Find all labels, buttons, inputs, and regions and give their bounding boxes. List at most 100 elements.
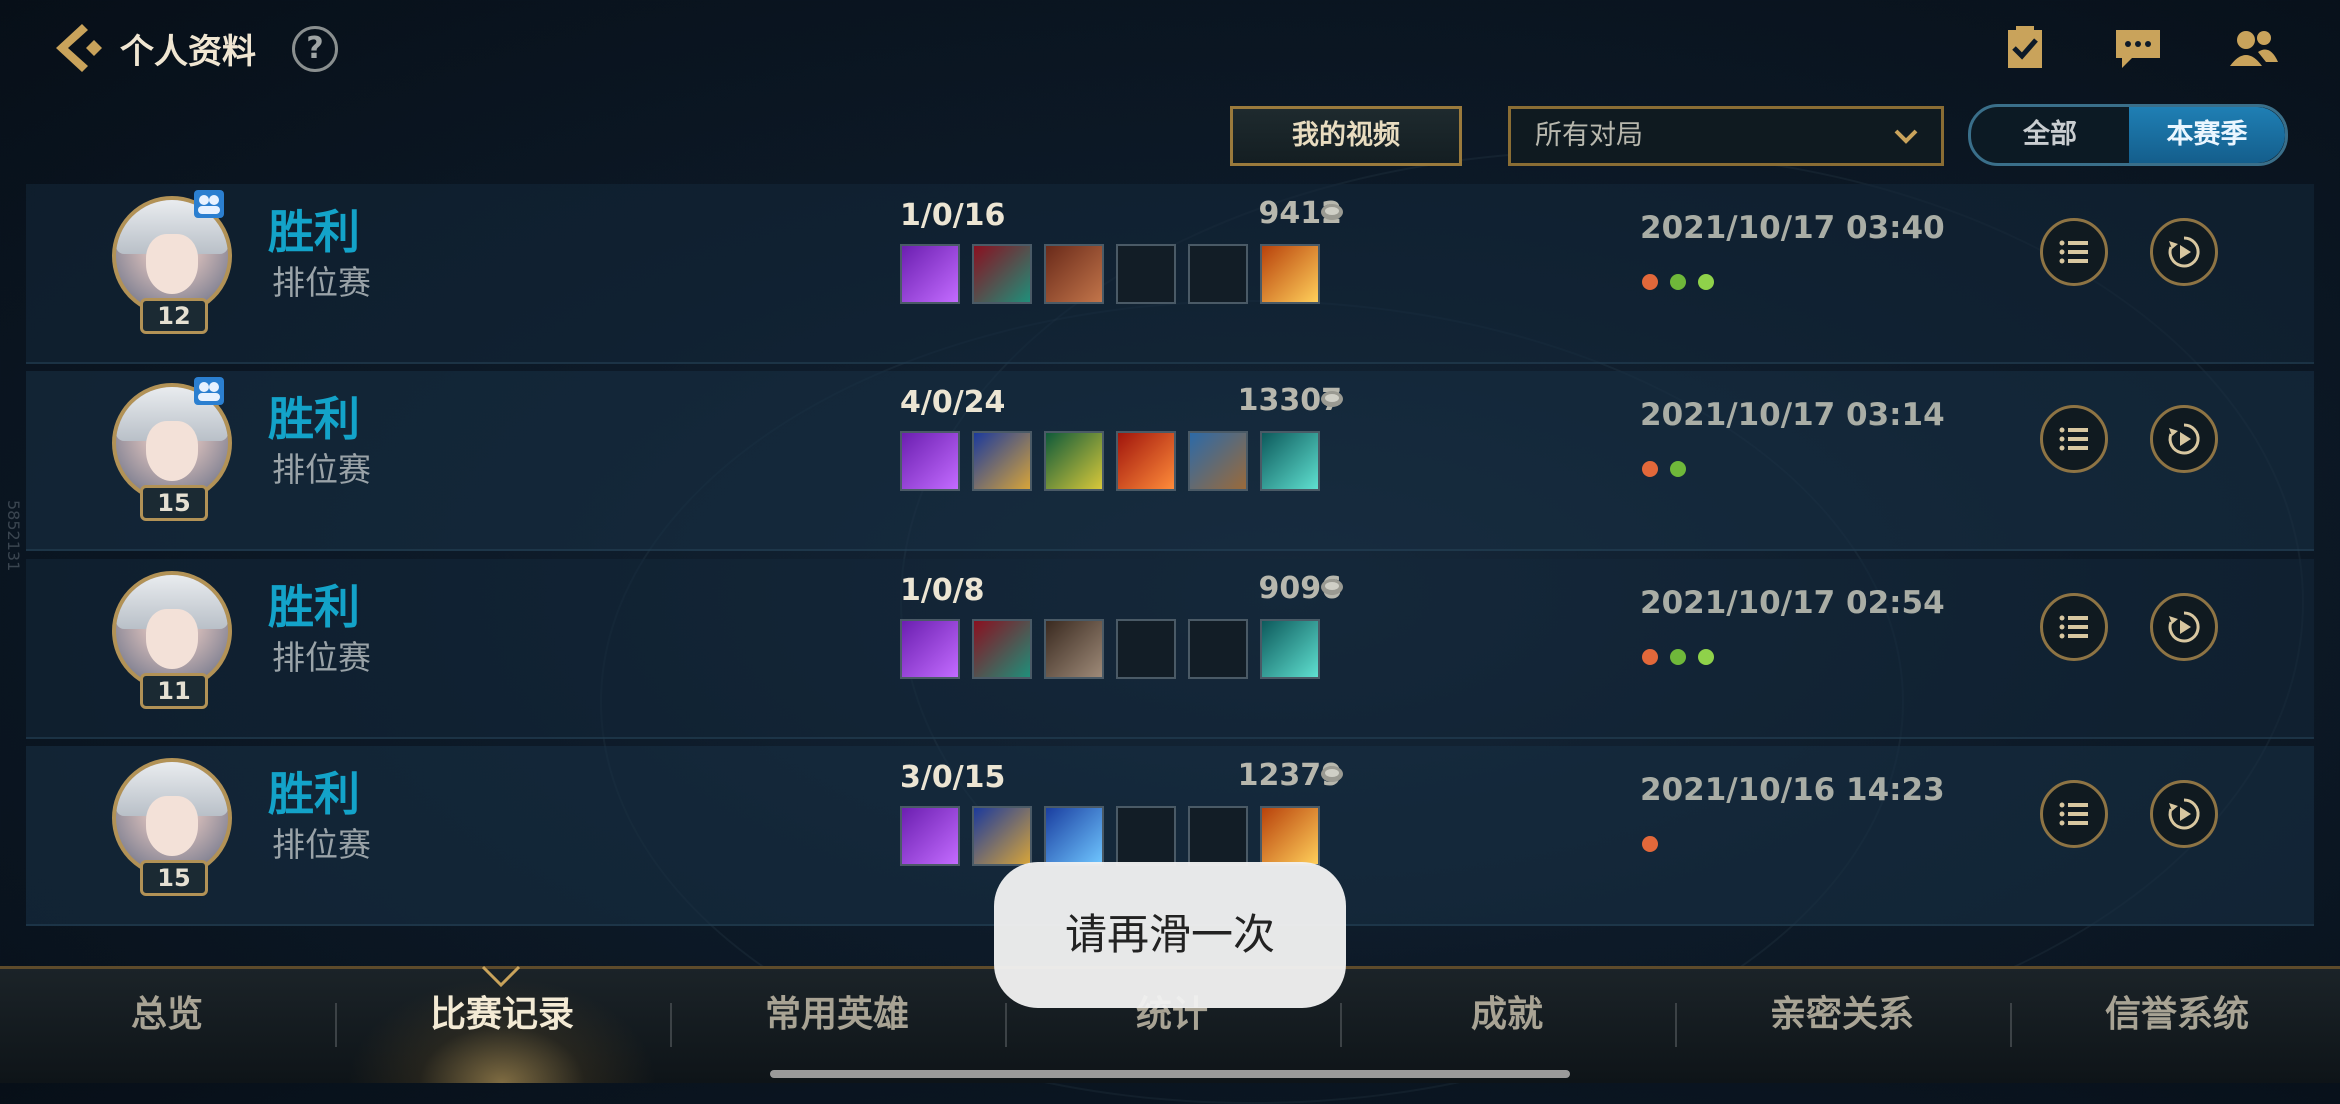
item-slot[interactable] [1044, 244, 1104, 304]
tab-divider [1340, 1003, 1342, 1047]
champion-level-badge: 12 [140, 298, 208, 334]
item-slot[interactable] [972, 806, 1032, 866]
match-date: 2021/10/17 03:40 [1640, 210, 1945, 246]
item-slot[interactable] [1188, 619, 1248, 679]
item-slot[interactable] [1116, 619, 1176, 679]
match-mode: 排位赛 [272, 638, 371, 677]
tab-1[interactable]: 比赛记录 [335, 969, 669, 1083]
match-date: 2021/10/17 03:14 [1640, 397, 1945, 433]
item-slot[interactable] [900, 619, 960, 679]
match-mode: 排位赛 [272, 263, 371, 302]
gold-amount: 9412 [1258, 196, 1343, 231]
orange-tag-icon [1642, 274, 1658, 290]
side-watermark: 5852131 [4, 500, 23, 572]
help-icon[interactable]: ? [292, 26, 338, 72]
item-slot[interactable] [1116, 806, 1176, 866]
season-toggle: 全部 本赛季 [1968, 104, 2288, 166]
tab-divider [2010, 1003, 2012, 1047]
season-current-option[interactable]: 本赛季 [2129, 107, 2285, 163]
friends-icon[interactable] [2228, 26, 2280, 72]
item-slot[interactable] [972, 431, 1032, 491]
item-slot[interactable] [1260, 619, 1320, 679]
match-result: 胜利 [268, 767, 360, 821]
match-result: 胜利 [268, 580, 360, 634]
tab-divider [670, 1003, 672, 1047]
item-slot[interactable] [1044, 619, 1104, 679]
kda-score: 3/0/15 [900, 760, 1006, 795]
gold-coin-icon [1321, 391, 1343, 407]
item-slot[interactable] [900, 431, 960, 491]
gold-coin-icon [1321, 579, 1343, 595]
kda-score: 1/0/8 [900, 573, 985, 608]
flag-tag-icon [1670, 461, 1686, 477]
item-slot[interactable] [1260, 244, 1320, 304]
orange-tag-icon [1642, 836, 1658, 852]
kda-score: 4/0/24 [900, 385, 1006, 420]
item-slot[interactable] [1188, 431, 1248, 491]
flag-tag-icon [1670, 274, 1686, 290]
top-bar: 个人资料 ? [0, 0, 2340, 100]
match-replay-button[interactable] [2150, 780, 2218, 848]
list-icon [2059, 427, 2088, 451]
party-icon [194, 190, 224, 218]
match-filter-value: 所有对局 [1535, 120, 1643, 151]
green-tag-icon [1698, 274, 1714, 290]
kda-score: 1/0/16 [900, 198, 1006, 233]
chat-icon[interactable] [2112, 26, 2164, 72]
replay-icon [2168, 611, 2200, 643]
item-slot[interactable] [1188, 806, 1248, 866]
replay-icon [2168, 423, 2200, 455]
item-slot[interactable] [1188, 244, 1248, 304]
item-slot[interactable] [1260, 431, 1320, 491]
item-slot[interactable] [1044, 431, 1104, 491]
replay-icon [2168, 236, 2200, 268]
champion-level-badge: 15 [140, 485, 208, 521]
my-videos-button[interactable]: 我的视频 [1230, 106, 1462, 166]
match-replay-button[interactable] [2150, 218, 2218, 286]
orange-tag-icon [1642, 649, 1658, 665]
tab-divider [335, 1003, 337, 1047]
flag-tag-icon [1670, 649, 1686, 665]
replay-icon [2168, 798, 2200, 830]
list-icon [2059, 802, 2088, 826]
item-slot[interactable] [900, 806, 960, 866]
item-slot[interactable] [900, 244, 960, 304]
match-mode: 排位赛 [272, 450, 371, 489]
match-replay-button[interactable] [2150, 593, 2218, 661]
match-details-button[interactable] [2040, 218, 2108, 286]
checklist-icon[interactable] [2000, 26, 2052, 72]
home-indicator[interactable] [770, 1070, 1570, 1078]
item-slot[interactable] [1116, 244, 1176, 304]
page-title: 个人资料 [120, 32, 256, 72]
item-slot[interactable] [1116, 431, 1176, 491]
match-result: 胜利 [268, 392, 360, 446]
match-replay-button[interactable] [2150, 405, 2218, 473]
list-icon [2059, 240, 2088, 264]
champion-level-badge: 15 [140, 860, 208, 896]
match-result: 胜利 [268, 205, 360, 259]
item-slot[interactable] [972, 244, 1032, 304]
tab-4[interactable]: 成就 [1340, 969, 1674, 1083]
gold-coin-icon [1321, 204, 1343, 220]
gold-coin-icon [1321, 766, 1343, 782]
tab-5[interactable]: 亲密关系 [1675, 969, 2009, 1083]
tab-2[interactable]: 常用英雄 [670, 969, 1004, 1083]
match-details-button[interactable] [2040, 593, 2108, 661]
item-slot[interactable] [1044, 806, 1104, 866]
item-slot[interactable] [972, 619, 1032, 679]
gold-amount: 9096 [1258, 571, 1343, 606]
orange-tag-icon [1642, 461, 1658, 477]
match-row[interactable]: 12 胜利排位赛 1/0/16 9412 2021/10/17 03:40 [26, 184, 2314, 364]
match-details-button[interactable] [2040, 780, 2108, 848]
item-slot[interactable] [1260, 806, 1320, 866]
tab-0[interactable]: 总览 [0, 969, 334, 1083]
back-arrow-icon[interactable] [48, 18, 108, 78]
match-details-button[interactable] [2040, 405, 2108, 473]
match-filter-dropdown[interactable]: 所有对局 [1508, 106, 1944, 166]
party-icon [194, 377, 224, 405]
match-row[interactable]: 15 胜利 排位赛 4/0/24 13307 2021/10/17 03:14 [26, 371, 2314, 551]
season-all-option[interactable]: 全部 [1971, 107, 2129, 163]
tab-6[interactable]: 信誉系统 [2010, 969, 2340, 1083]
match-row[interactable]: 11 胜利 排位赛 1/0/8 9096 2021/10/17 02:54 [26, 559, 2314, 739]
toast-message: 请再滑一次 [994, 862, 1346, 1008]
